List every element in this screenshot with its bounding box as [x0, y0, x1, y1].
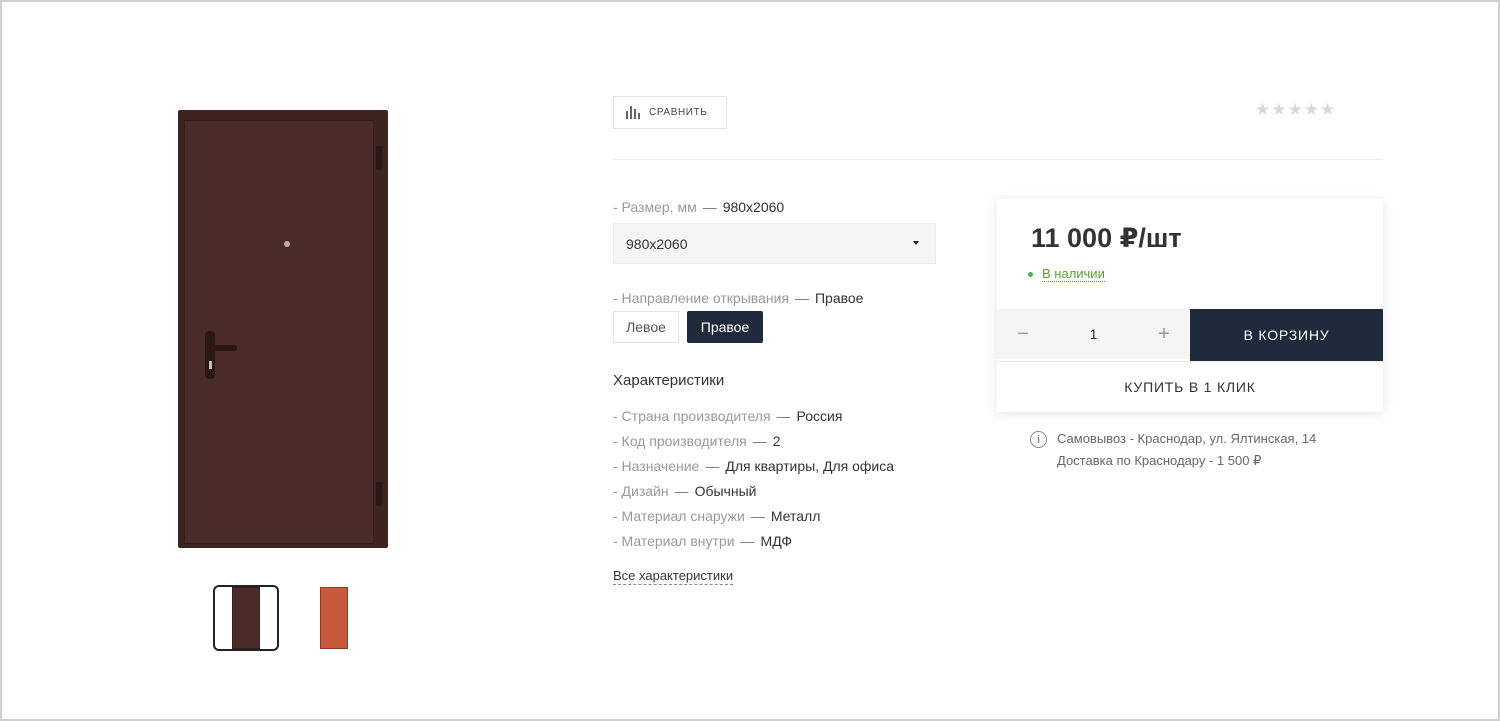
buy-one-click-button[interactable]: КУПИТЬ В 1 КЛИК [997, 361, 1383, 412]
characteristic-label: - Дизайн [613, 483, 669, 499]
characteristic-row: - Материал снаружи — Металл [613, 508, 820, 524]
characteristic-value: МДФ [760, 533, 793, 549]
characteristic-sep: — [740, 533, 755, 549]
thumb-orange-door[interactable] [301, 585, 367, 651]
characteristic-row: - Код производителя — 2 [613, 433, 781, 449]
characteristic-value: Россия [796, 408, 843, 424]
characteristic-value: Обычный [694, 483, 757, 499]
size-select-value: 980x2060 [626, 235, 688, 252]
handle-plate [205, 331, 215, 379]
direction-label: - Направление открывания [613, 290, 789, 306]
stock-text[interactable]: В наличии [1042, 266, 1105, 282]
price: 11 000 ₽/шт [1031, 223, 1182, 253]
characteristic-value: 2 [772, 433, 781, 449]
keyhole [209, 361, 212, 369]
gallery-thumbnails [213, 585, 367, 651]
size-sep: — [702, 199, 717, 215]
quantity-stepper: − 1 + [997, 309, 1190, 359]
all-characteristics-link[interactable]: Все характеристики [613, 568, 734, 585]
pickup-info: Самовывоз - Краснодар, ул. Ялтинская, 14 [1057, 431, 1317, 446]
brown-door-thumb-image [232, 587, 260, 649]
characteristic-label: - Материал внутри [613, 533, 735, 549]
dropdown-arrow-icon [913, 241, 919, 245]
direction-sep: — [794, 290, 809, 306]
characteristic-value: Металл [770, 508, 821, 524]
quantity-minus-button[interactable]: − [997, 323, 1049, 346]
in-stock-dot-icon [1028, 271, 1033, 277]
thumb-brown-door[interactable] [213, 585, 279, 651]
quantity-plus-button[interactable]: + [1138, 323, 1190, 346]
handle-lever [209, 345, 237, 351]
direction-right-button[interactable]: Правое [687, 311, 763, 343]
size-select[interactable]: 980x2060 [613, 223, 936, 264]
door-hinge-bottom [376, 482, 382, 506]
stock-status: В наличии [1028, 266, 1105, 282]
characteristic-row: - Назначение — Для квартиры, Для офиса [613, 458, 894, 474]
add-to-cart-button[interactable]: В КОРЗИНУ [1190, 309, 1383, 361]
direction-left-button[interactable]: Левое [613, 311, 679, 343]
compare-label: СРАВНИТЬ [649, 107, 708, 118]
characteristic-sep: — [705, 458, 720, 474]
characteristic-sep: — [752, 433, 767, 449]
characteristic-sep: — [750, 508, 765, 524]
characteristic-value: Для квартиры, Для офиса [725, 458, 895, 474]
characteristic-label: - Материал снаружи [613, 508, 745, 524]
size-option-label: - Размер, мм — 980x2060 [613, 199, 784, 215]
info-icon: i [1030, 431, 1047, 448]
peephole [284, 241, 290, 247]
characteristics-title: Характеристики [613, 372, 725, 389]
size-value: 980x2060 [722, 199, 785, 215]
compare-bars-icon [626, 106, 640, 119]
characteristic-label: - Страна производителя [613, 408, 771, 424]
size-label: - Размер, мм [613, 199, 697, 215]
buy-card: 11 000 ₽/шт В наличии − 1 + В КОРЗИНУ КУ… [997, 199, 1383, 412]
characteristic-sep: — [776, 408, 791, 424]
compare-button[interactable]: СРАВНИТЬ [613, 96, 727, 129]
quantity-input[interactable]: 1 [1049, 326, 1138, 342]
direction-option-label: - Направление открывания — Правое [613, 290, 863, 306]
delivery-info: Доставка по Краснодару - 1 500 ₽ [1057, 453, 1262, 468]
door-hinge-top [376, 146, 382, 170]
characteristic-label: - Код производителя [613, 433, 747, 449]
rating-stars[interactable]: ★★★★★ [1255, 100, 1336, 120]
door-leaf [184, 120, 374, 544]
direction-value: Правое [814, 290, 864, 306]
orange-door-thumb-image [320, 587, 348, 649]
characteristic-row: - Дизайн — Обычный [613, 483, 757, 499]
characteristic-row: - Страна производителя — Россия [613, 408, 842, 424]
characteristic-label: - Назначение [613, 458, 700, 474]
product-main-image[interactable] [178, 110, 388, 548]
characteristic-row: - Материал внутри — МДФ [613, 533, 792, 549]
characteristic-sep: — [674, 483, 689, 499]
header-divider [613, 159, 1383, 160]
